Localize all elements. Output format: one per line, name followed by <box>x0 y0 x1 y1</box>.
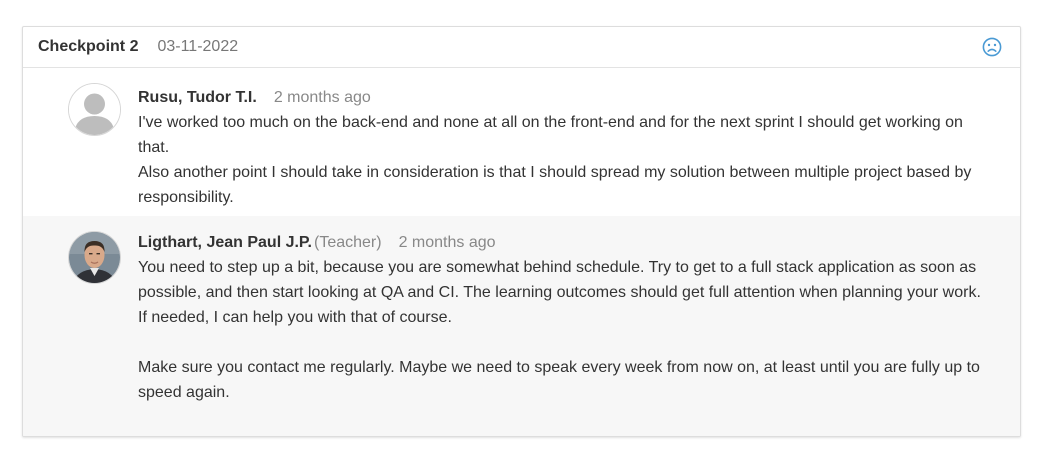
comment-paragraph: If needed, I can help you with that of c… <box>138 309 452 326</box>
comment-paragraph: Also another point I should take in cons… <box>138 164 972 206</box>
comment-meta: Rusu, Tudor T.I. 2 months ago <box>138 86 998 110</box>
comment-body: Ligthart, Jean Paul J.P. (Teacher) 2 month… <box>138 231 998 405</box>
comment-paragraph: You need to step up a bit, because you a… <box>138 259 981 301</box>
comment-meta: Ligthart, Jean Paul J.P. (Teacher) 2 month… <box>138 231 998 255</box>
author-role: (Teacher) <box>313 234 382 251</box>
checkpoint-title: Checkpoint 2 <box>38 38 139 55</box>
comment-teacher: Ligthart, Jean Paul J.P. (Teacher) 2 month… <box>23 216 1020 436</box>
comment-time: 2 months ago <box>273 89 371 106</box>
comment-student: Rusu, Tudor T.I. 2 months ago I've worked… <box>23 68 1020 216</box>
comment-paragraph: I've worked too much on the back-end and… <box>138 114 963 156</box>
default-user-avatar <box>68 83 121 136</box>
comment-paragraph: Make sure you contact me regularly. Mayb… <box>138 359 980 401</box>
checkpoint-header: Checkpoint 2 03-11-2022 <box>23 27 1020 68</box>
comment-body: Rusu, Tudor T.I. 2 months ago I've worked… <box>138 86 998 210</box>
sad-face-icon[interactable] <box>982 37 1002 57</box>
comment-time: 2 months ago <box>398 234 496 251</box>
comment-author[interactable]: Rusu, Tudor T.I. <box>138 89 257 106</box>
comment-author[interactable]: Ligthart, Jean Paul J.P. <box>138 234 312 251</box>
checkpoint-date: 03-11-2022 <box>157 38 239 55</box>
teacher-photo-avatar <box>68 231 121 284</box>
checkpoint-panel: Checkpoint 2 03-11-2022 Rusu, Tudor T.I.… <box>22 26 1021 437</box>
